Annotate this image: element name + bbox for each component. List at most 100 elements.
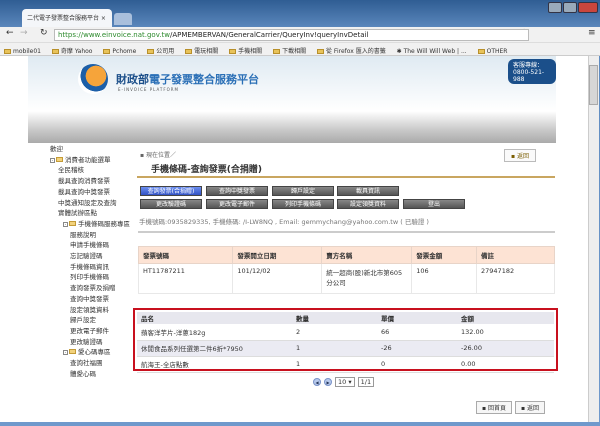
sidebar-item[interactable]: 查詢中獎發票: [48, 294, 134, 305]
nav-query-invoices[interactable]: 查詢發票(合捐贈): [140, 186, 202, 196]
new-tab-button[interactable]: [114, 13, 132, 25]
page-size-select[interactable]: 10 ▾: [335, 377, 355, 387]
sidebar-item[interactable]: 服務說明: [48, 230, 134, 241]
cell: 0.00: [457, 356, 554, 373]
menu-icon[interactable]: ≡: [588, 28, 596, 38]
folder-icon: [4, 49, 11, 54]
sidebar-item[interactable]: 列印手機條碼: [48, 272, 134, 283]
sidebar-item[interactable]: 更改電子郵件: [48, 326, 134, 337]
header-band: [28, 111, 556, 143]
next-page-icon[interactable]: ▶: [324, 378, 332, 386]
bookmark[interactable]: ✱ The Will Will Web | ...: [397, 48, 467, 55]
close-button[interactable]: [578, 2, 598, 13]
cell: 106: [411, 263, 478, 294]
sidebar-item[interactable]: 申請手機條碼: [48, 240, 134, 251]
bookmark[interactable]: 奇摩 Yahoo: [51, 46, 92, 55]
tree-group[interactable]: - 手機條碼服務專區: [48, 219, 134, 230]
bookmark[interactable]: Pchome: [103, 48, 136, 55]
browser-tab[interactable]: 二代電子發票整合服務平台 ×: [22, 9, 112, 27]
folder-icon: [147, 49, 155, 54]
nav-change-email[interactable]: 更改電子郵件: [206, 199, 268, 209]
cell: 蘋客洋芋片-洋蔥182g: [137, 324, 292, 341]
nav-change-code[interactable]: 更改驗證碼: [140, 199, 202, 209]
bookmark[interactable]: OTHER: [477, 48, 507, 55]
page-title: 手機條碼-查詢發票(合捐贈): [151, 165, 262, 175]
sidebar-item[interactable]: 中獎通知設定及查詢: [48, 198, 134, 209]
brand-subtitle: E-INVOICE PLATFORM: [118, 87, 180, 92]
cell: -26.00: [457, 340, 554, 357]
address-bar[interactable]: https://www.einvoice.nat.gov.tw/APMEMBER…: [54, 29, 529, 41]
sidebar-item[interactable]: 載具查詢消費發票: [48, 176, 134, 187]
maximize-button[interactable]: [563, 2, 577, 13]
tree-group[interactable]: - 消費者功能選單: [48, 155, 134, 166]
site-header: 財政部電子發票整合服務平台 E-INVOICE PLATFORM 客服專線：08…: [28, 56, 556, 111]
site-brand[interactable]: 財政部電子發票整合服務平台: [116, 71, 259, 87]
collapse-icon[interactable]: -: [63, 350, 68, 356]
cell: 27947182: [476, 263, 555, 294]
home-button[interactable]: ▪ 回首頁: [476, 401, 512, 414]
page: 財政部電子發票整合服務平台 E-INVOICE PLATFORM 客服專線：08…: [0, 56, 588, 422]
folder-icon: [103, 49, 111, 54]
reload-icon[interactable]: ↻: [40, 28, 48, 38]
bookmark[interactable]: 下載相關: [273, 46, 306, 55]
cell: 1: [292, 340, 377, 357]
sidebar-item[interactable]: 查詢發票及捐贈: [48, 283, 134, 294]
items-table: 品名 數量 單價 金額 蘋客洋芋片-洋蔥182g 2 66 132.00 休閒食品系列任選第…: [137, 312, 554, 373]
cell: HT11787211: [137, 263, 234, 294]
nav-prize-settings[interactable]: 設定領獎資料: [337, 199, 399, 209]
sidebar-item[interactable]: 忘記驗證碼: [48, 251, 134, 262]
account-info: 手機號碼:0935829335, 手機條碼: /I-LW8NQ , Email:…: [139, 218, 429, 226]
cell: 2: [292, 324, 377, 341]
forward-icon[interactable]: →: [20, 28, 28, 38]
folder-open-icon: [56, 156, 63, 162]
column-header: 品名: [137, 312, 292, 324]
bookmark[interactable]: 手機相關: [229, 46, 262, 55]
table-row: HT11787211 101/12/02 統一超商(股)新北市第605分公司 106 2…: [137, 263, 555, 294]
back-icon[interactable]: ←: [6, 28, 14, 38]
bookmarks-bar: mobile01 奇摩 Yahoo Pchome 公司用 電玩相關 手機相關 下…: [0, 43, 600, 56]
nav-carrier-info[interactable]: 載具資訊: [337, 186, 399, 196]
prev-page-icon[interactable]: ◀: [313, 378, 321, 386]
sidebar-item[interactable]: 查詢社福團體愛心碼: [48, 358, 108, 379]
folder-icon: [273, 49, 281, 54]
collapse-icon[interactable]: -: [63, 221, 68, 227]
scrollbar-thumb[interactable]: [589, 65, 598, 105]
sidebar-item[interactable]: 全民稽核: [48, 165, 134, 176]
bookmark[interactable]: 電玩相關: [185, 46, 218, 55]
sidebar-item[interactable]: 手機條碼資訊: [48, 262, 134, 273]
back-link[interactable]: ▪ 返回: [504, 149, 536, 162]
folder-open-icon: [69, 220, 76, 226]
nav-logout[interactable]: 登出: [403, 199, 465, 209]
column-header: 金額: [457, 312, 554, 324]
invoice-table: 發票號碼 發票開立日期 賣方名稱 發票金額 備註 HT11787211 101/12/02…: [137, 246, 555, 294]
sidebar-item[interactable]: 實體試辦區點: [48, 208, 134, 219]
column-header: 數量: [292, 312, 377, 324]
folder-icon: [317, 49, 325, 54]
sidebar-item[interactable]: 設定領獎資料: [48, 305, 134, 316]
scrollbar[interactable]: [588, 56, 599, 422]
sidebar-item[interactable]: 歸戶設定: [48, 315, 134, 326]
nav-print-barcode[interactable]: 列印手機條碼: [272, 199, 334, 209]
nav-query-winning[interactable]: 查詢中獎發票: [206, 186, 268, 196]
sidebar-item[interactable]: 更改驗證碼: [48, 337, 134, 348]
folder-icon: [51, 49, 59, 54]
bookmark[interactable]: mobile01: [4, 48, 41, 55]
minimize-button[interactable]: [548, 2, 562, 13]
folder-icon: [185, 49, 193, 54]
folder-icon: [477, 49, 485, 54]
table-row: 蘋客洋芋片-洋蔥182g 2 66 132.00: [137, 324, 554, 341]
site-icon: ✱: [396, 48, 404, 55]
cell: 101/12/02: [232, 263, 323, 294]
cell: -26: [377, 340, 457, 357]
cell: 統一超商(股)新北市第605分公司: [321, 263, 413, 294]
collapse-icon[interactable]: -: [50, 157, 55, 163]
sidebar-item[interactable]: 載具查詢中獎發票: [48, 187, 134, 198]
logo-icon: [78, 64, 108, 94]
table-row: 休閒食品系列任選第二件6折*7950 1 -26 -26.00: [137, 340, 554, 357]
bookmark[interactable]: 公司用: [147, 46, 174, 55]
cell: 66: [377, 324, 457, 341]
nav-account-settings[interactable]: 歸戶設定: [272, 186, 334, 196]
back-button[interactable]: ▪ 返回: [515, 401, 545, 414]
tree-group[interactable]: - 愛心碼專區: [48, 347, 134, 358]
bookmark[interactable]: 從 Firefox 匯入的書籤: [317, 46, 386, 55]
